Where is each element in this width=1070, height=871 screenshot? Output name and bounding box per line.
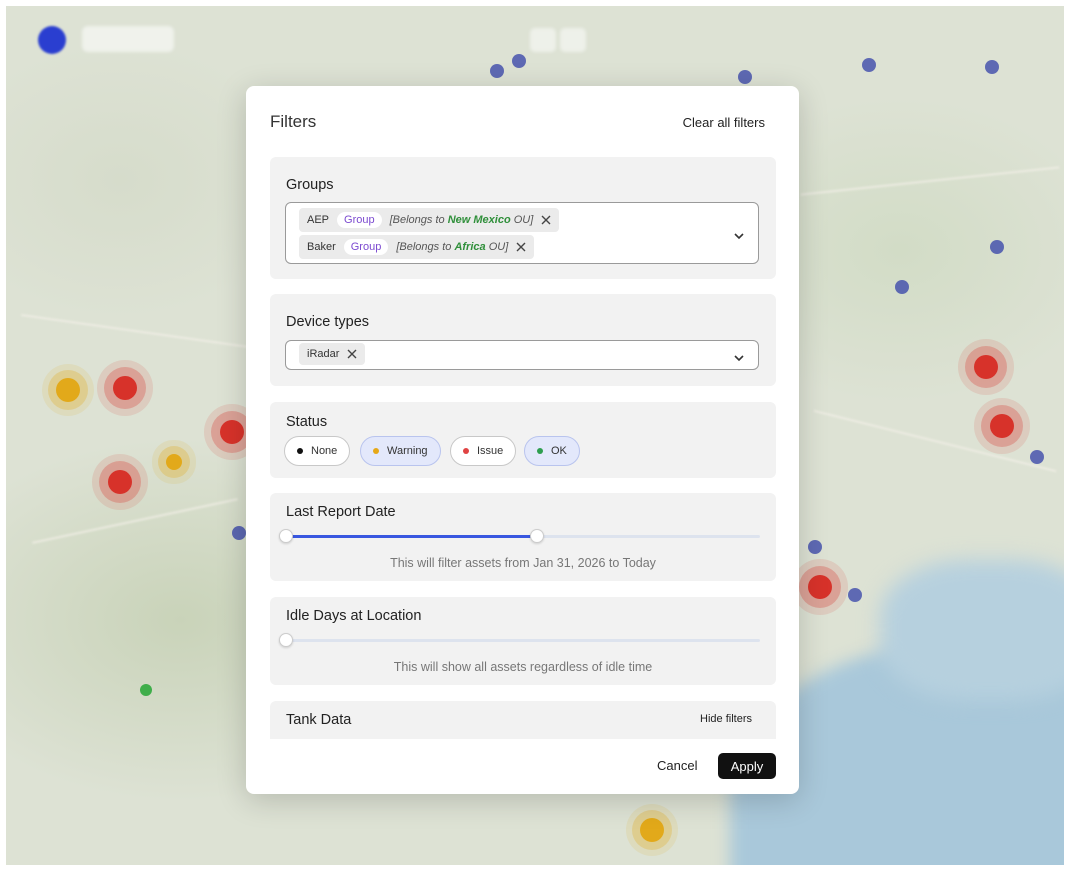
- group-chip-name: AEP: [307, 214, 330, 226]
- status-dot: [537, 448, 543, 454]
- status-pill-ok[interactable]: OK: [524, 436, 580, 466]
- chevron-down-icon[interactable]: [734, 350, 744, 362]
- group-ou-name: Africa: [454, 241, 486, 253]
- slider-thumb[interactable]: [279, 633, 293, 647]
- last-report-label: Last Report Date: [286, 504, 396, 520]
- remove-chip-icon[interactable]: [541, 215, 551, 225]
- last-report-section: Last Report Date This will filter assets…: [270, 493, 776, 581]
- status-label: Status: [286, 414, 328, 430]
- clear-all-filters-button[interactable]: Clear all filters: [683, 115, 765, 130]
- status-section: Status None Warning Issue OK: [270, 402, 776, 478]
- status-dot: [463, 448, 469, 454]
- device-types-label: Device types: [286, 314, 370, 330]
- group-chip-name: Baker: [307, 241, 336, 253]
- status-dot: [297, 448, 303, 454]
- status-pill-issue[interactable]: Issue: [450, 436, 517, 466]
- last-report-hint: This will filter assets from Jan 31, 202…: [390, 556, 656, 570]
- remove-chip-icon[interactable]: [347, 349, 357, 359]
- status-pill-label: Issue: [477, 445, 504, 457]
- hide-filters-button[interactable]: Hide filters: [700, 713, 752, 725]
- device-type-chip-name: iRadar: [307, 348, 340, 360]
- groups-label: Groups: [286, 177, 334, 193]
- group-ou-name: New Mexico: [447, 214, 511, 226]
- status-pill-warning[interactable]: Warning: [360, 436, 441, 466]
- idle-days-section: Idle Days at Location This will show all…: [270, 597, 776, 685]
- status-pill-label: Warning: [387, 445, 428, 457]
- device-types-section: Device types iRadar: [270, 294, 776, 386]
- groups-select[interactable]: AEP Group [Belongs to New Mexico OU] Bak…: [285, 202, 759, 264]
- idle-days-hint: This will show all assets regardless of …: [393, 660, 653, 674]
- group-belongs-prefix: [Belongs to: [389, 214, 445, 226]
- slider-fill: [286, 535, 538, 538]
- device-types-select[interactable]: iRadar: [285, 340, 759, 370]
- group-type-tag: Group: [343, 239, 389, 255]
- group-belongs-suffix: OU]: [513, 214, 534, 226]
- group-type-tag: Group: [337, 212, 382, 228]
- remove-chip-icon[interactable]: [516, 242, 526, 252]
- status-pill-none[interactable]: None: [284, 436, 351, 466]
- idle-days-slider[interactable]: [279, 633, 760, 647]
- tank-data-section: Tank Data Hide filters: [270, 701, 776, 739]
- cancel-button[interactable]: Cancel: [657, 758, 697, 773]
- status-pill-label: OK: [551, 445, 567, 457]
- status-dot: [373, 448, 379, 454]
- group-belongs-suffix: OU]: [488, 241, 509, 253]
- apply-button[interactable]: Apply: [718, 753, 776, 779]
- tank-data-label: Tank Data: [286, 712, 352, 728]
- modal-title: Filters: [270, 112, 317, 131]
- slider-thumb-end[interactable]: [530, 529, 545, 543]
- status-pill-label: None: [311, 445, 338, 457]
- group-chip: AEP Group [Belongs to New Mexico OU]: [299, 208, 560, 232]
- group-belongs-prefix: [Belongs to: [396, 241, 452, 253]
- slider-thumb-start[interactable]: [279, 529, 293, 543]
- filters-modal: Filters Clear all filters Groups AEP Gro…: [246, 86, 799, 794]
- chevron-down-icon[interactable]: [734, 228, 744, 240]
- group-chip: Baker Group [Belongs to Africa OU]: [299, 235, 535, 259]
- device-type-chip: iRadar: [299, 343, 366, 365]
- last-report-slider[interactable]: [279, 529, 760, 543]
- groups-section: Groups AEP Group [Belongs to New Mexico …: [270, 157, 776, 279]
- idle-days-label: Idle Days at Location: [286, 608, 422, 624]
